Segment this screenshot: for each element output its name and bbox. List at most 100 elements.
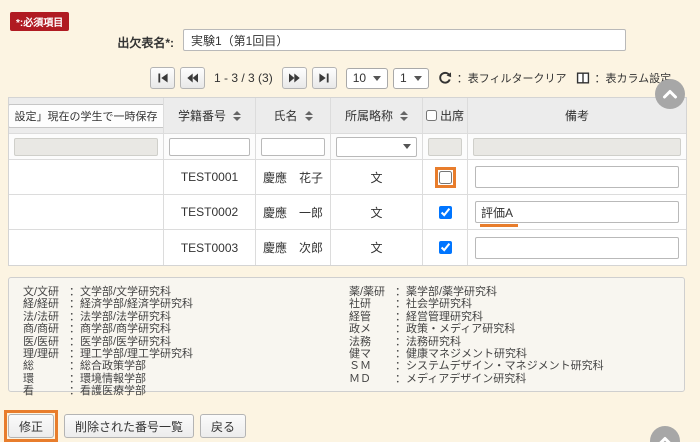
legend-separator: ： xyxy=(395,298,406,310)
prev-page-button[interactable] xyxy=(180,67,205,89)
legend-separator: ： xyxy=(69,348,80,360)
legend-desc: 経営管理研究科 xyxy=(406,311,483,323)
modify-button[interactable]: 修正 xyxy=(8,414,54,438)
name-header-label: 氏名 xyxy=(273,107,297,124)
student-id-cell: TEST0002 xyxy=(164,195,256,229)
legend-desc: 社会学研究科 xyxy=(406,298,472,310)
attendance-sheet-page: *:必須項目 出欠表名*: 1 - 3 / 3 (3) 10 1 ：表フィルター… xyxy=(0,0,700,442)
back-button[interactable]: 戻る xyxy=(200,414,246,438)
legend-abbr: 理/理研 xyxy=(23,348,69,360)
legend-item: 環：環境情報学部 xyxy=(23,373,193,385)
legend-abbr: 薬/薬研 xyxy=(349,286,395,298)
legend-item: 医/医研：医学部/医学研究科 xyxy=(23,336,193,348)
chevron-up-icon xyxy=(657,436,673,442)
legend-abbr: ＭＤ xyxy=(349,373,395,385)
affiliation-cell: 文 xyxy=(331,160,423,194)
table-row: TEST0002 慶應 一郎 文 xyxy=(9,195,686,230)
attendance-checkbox[interactable] xyxy=(439,171,452,184)
table-filter-row xyxy=(9,134,686,160)
legend-item: 理/理研：理工学部/理工学研究科 xyxy=(23,348,193,360)
legend-abbr: 法/法研 xyxy=(23,311,69,323)
legend-separator: ： xyxy=(69,336,80,348)
last-page-button[interactable] xyxy=(312,67,337,89)
legend-right-column: 薬/薬研：薬学部/薬学研究科 社研：社会学研究科 経管：経営管理研究科 政メ：政… xyxy=(349,286,604,385)
page-number-select[interactable]: 1 xyxy=(393,68,429,89)
legend-item: 政メ：政策・メディア研究科 xyxy=(349,323,604,335)
deleted-numbers-list-button[interactable]: 削除された番号一覧 xyxy=(64,414,194,438)
legend-abbr: 商/商研 xyxy=(23,323,69,335)
filter-clear-icon[interactable] xyxy=(438,71,452,85)
annotation-box: 修正 xyxy=(4,410,58,442)
legend-abbr: 経/経研 xyxy=(23,298,69,310)
filter-clear-label: ：表フィルタークリア xyxy=(457,70,567,86)
legend-separator: ： xyxy=(69,286,80,298)
sort-icon[interactable] xyxy=(400,111,408,121)
student-id-cell: TEST0001 xyxy=(164,160,256,194)
filter-cell-save xyxy=(9,134,164,159)
note-cell xyxy=(468,230,686,265)
column-config-icon[interactable] xyxy=(576,71,590,85)
legend-desc: 経済学部/経済学研究科 xyxy=(80,298,193,310)
sort-icon[interactable] xyxy=(305,111,313,121)
row-save-cell xyxy=(9,160,164,194)
legend-separator: ： xyxy=(395,373,406,385)
temp-save-current-students-button[interactable]: 設定」現在の学生で一時保存 xyxy=(9,104,164,128)
legend-separator: ： xyxy=(69,323,80,335)
required-field-badge: *:必須項目 xyxy=(10,12,69,31)
note-input[interactable] xyxy=(475,201,679,223)
note-cell xyxy=(468,195,686,229)
attendance-checkbox[interactable] xyxy=(439,206,452,219)
next-page-icon xyxy=(288,72,301,84)
first-page-button[interactable] xyxy=(150,67,175,89)
scroll-to-top-button[interactable] xyxy=(655,79,685,109)
legend-item: 経/経研：経済学部/経済学研究科 xyxy=(23,298,193,310)
attendance-checkbox[interactable] xyxy=(439,241,452,254)
filter-disabled-input xyxy=(428,138,462,156)
filter-cell-student-id xyxy=(164,134,256,159)
legend-item: 社研：社会学研究科 xyxy=(349,298,604,310)
next-page-button[interactable] xyxy=(282,67,307,89)
legend-item: 商/商研：商学部/商学研究科 xyxy=(23,323,193,335)
attendance-cell xyxy=(423,195,468,229)
student-id-filter-input[interactable] xyxy=(169,138,250,156)
page-size-select[interactable]: 10 xyxy=(346,68,388,89)
note-input[interactable] xyxy=(475,166,679,188)
legend-separator: ： xyxy=(395,336,406,348)
legend-separator: ： xyxy=(395,311,406,323)
attendance-cell xyxy=(423,230,468,265)
filter-cell-attendance xyxy=(423,134,468,159)
legend-separator: ： xyxy=(395,286,406,298)
attendance-select-all-checkbox[interactable] xyxy=(426,110,437,121)
legend-separator: ： xyxy=(69,298,80,310)
affiliation-cell: 文 xyxy=(331,230,423,265)
attendance-table: 設定」現在の学生で一時保存 学籍番号 氏名 所属略称 出席 備考 xyxy=(8,97,687,266)
legend-desc: メディアデザイン研究科 xyxy=(406,373,526,385)
scroll-to-top-button[interactable] xyxy=(650,426,680,442)
legend-item: 文/文研：文学部/文学研究科 xyxy=(23,286,193,298)
legend-desc: 法務研究科 xyxy=(406,336,461,348)
legend-separator: ： xyxy=(395,348,406,360)
legend-desc: システムデザイン・マネジメント研究科 xyxy=(406,360,604,372)
legend-abbr: 社研 xyxy=(349,298,395,310)
legend-desc: 健康マネジメント研究科 xyxy=(406,348,527,360)
footer-actions: 修正 削除された番号一覧 戻る xyxy=(4,410,246,442)
legend-abbr: 環 xyxy=(23,373,69,385)
legend-desc: 薬学部/薬学研究科 xyxy=(406,286,497,298)
legend-separator: ： xyxy=(69,373,80,385)
note-input[interactable] xyxy=(475,237,679,259)
note-cell xyxy=(468,160,686,194)
sort-icon[interactable] xyxy=(233,111,241,121)
name-filter-input[interactable] xyxy=(261,138,325,156)
student-name-cell: 慶應 花子 xyxy=(256,160,331,194)
filter-disabled-input xyxy=(473,138,681,156)
attendance-cell xyxy=(423,160,468,194)
legend-abbr: 経管 xyxy=(349,311,395,323)
legend-item: 薬/薬研：薬学部/薬学研究科 xyxy=(349,286,604,298)
pagination-bar: 1 - 3 / 3 (3) 10 1 ：表フィルタークリア ：表カラム設定 xyxy=(150,66,671,90)
affiliation-filter-select[interactable] xyxy=(336,137,417,157)
sheet-name-input[interactable] xyxy=(183,29,626,51)
table-header-row: 設定」現在の学生で一時保存 学籍番号 氏名 所属略称 出席 備考 xyxy=(9,98,686,134)
header-cell-note: 備考 xyxy=(468,98,686,133)
student-name-cell: 慶應 一郎 xyxy=(256,195,331,229)
student-name-cell: 慶應 次郎 xyxy=(256,230,331,265)
